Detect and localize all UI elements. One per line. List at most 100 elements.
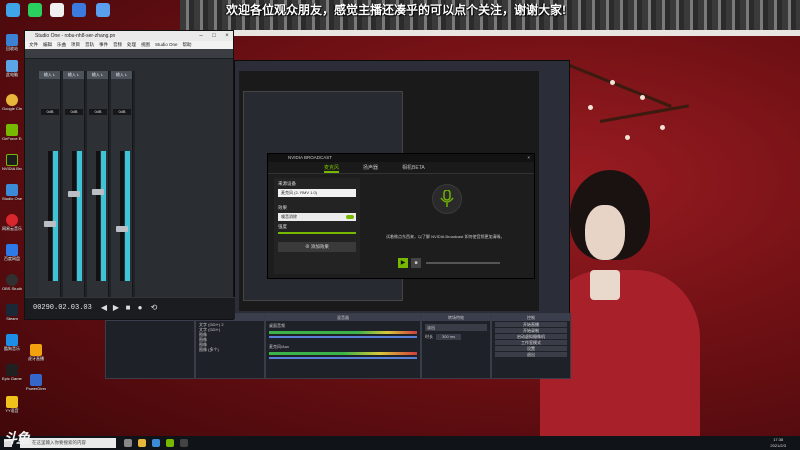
close-icon[interactable]: × <box>221 31 233 41</box>
mixer-track-label: 桌面音频 <box>269 323 285 328</box>
taskbar-app-icon[interactable] <box>138 439 146 447</box>
desktop-icon[interactable]: 百度网盘 <box>2 244 22 262</box>
huya-icon <box>30 344 42 356</box>
wallpaper-figure-face <box>585 205 625 260</box>
minimize-icon[interactable]: – <box>195 31 207 41</box>
menu-item[interactable]: Studio One <box>155 41 178 49</box>
desktop-icon[interactable]: OBS Studio <box>2 274 22 291</box>
desktop-icon[interactable]: Studio One <box>2 184 22 201</box>
effect-select[interactable]: 噪音消除 <box>278 213 356 221</box>
scenes-dock: 场景 <box>105 313 195 379</box>
studio-mode-button[interactable]: 工作室模式 <box>495 340 567 345</box>
fader-knob[interactable] <box>92 189 104 195</box>
menu-item[interactable]: 文件 <box>29 41 38 49</box>
close-icon[interactable]: × <box>527 154 530 162</box>
nvidia-broadcast-window: NVIDIA BROADCAST × 麦克风 扬声器 相机BETA 来源设备 麦… <box>267 153 535 279</box>
window-title: Studio One - robu-nh8-ser-zhang.pn <box>35 33 116 39</box>
watermark: 斗鱼 <box>3 430 30 446</box>
desktop-icon[interactable]: 酷狗音乐 <box>2 334 22 352</box>
menu-item[interactable]: 视图 <box>141 41 150 49</box>
taskbar-clock[interactable]: 17:38 2021/2/3 <box>770 437 786 449</box>
kugou-icon <box>6 334 18 346</box>
desktop-icon[interactable]: Google Chrome <box>2 94 22 111</box>
channel-volume[interactable]: 0dB <box>65 109 83 115</box>
tab-camera[interactable]: 相机BETA <box>402 162 425 173</box>
desktop-icon[interactable]: 网易云音乐 <box>2 214 22 232</box>
volume-slider[interactable] <box>269 336 417 338</box>
taskbar-app-icon[interactable] <box>166 439 174 447</box>
source-item[interactable]: 图像 (多个) <box>199 347 261 352</box>
play-icon[interactable]: ▶ <box>398 258 408 268</box>
menu-item[interactable]: 乐曲 <box>57 41 66 49</box>
effect-label: 效果 <box>278 205 287 210</box>
fader-knob[interactable] <box>116 226 128 232</box>
app-icon[interactable] <box>6 3 20 17</box>
playback-progress[interactable] <box>426 262 500 264</box>
tab-speakers[interactable]: 扬声器 <box>363 162 378 173</box>
app-icon[interactable] <box>28 3 42 17</box>
exit-button[interactable]: 退出 <box>495 352 567 357</box>
play-icon[interactable]: ▶ <box>111 303 121 313</box>
loop-icon[interactable]: ⟲ <box>149 303 159 313</box>
start-recording-button[interactable]: 开始录制 <box>495 328 567 333</box>
studio-menubar: 文件 编辑 乐曲 项目 音轨 事件 音频 处理 视图 Studio One 帮助 <box>25 41 233 49</box>
source-label: 来源设备 <box>278 181 296 186</box>
studio-mixer: 输入 L 0dB 输入 L 0dB 输入 L 0dB 输入 L 0dB <box>39 71 135 301</box>
desktop-icon[interactable]: PowerDirector <box>26 374 46 391</box>
stop-icon[interactable]: ■ <box>123 303 133 313</box>
tab-microphone[interactable]: 麦克风 <box>324 162 340 173</box>
fader-knob[interactable] <box>44 221 56 227</box>
menu-item[interactable]: 事件 <box>99 41 108 49</box>
volume-slider[interactable] <box>269 357 417 359</box>
desktop-icon[interactable]: 虎牙直播 <box>26 344 46 362</box>
stop-icon[interactable]: ■ <box>411 258 421 268</box>
maximize-icon[interactable]: □ <box>208 31 220 41</box>
desktop-icon[interactable]: GeForce Experience <box>2 124 22 141</box>
wallpaper-blossom <box>640 95 645 100</box>
desktop-icon[interactable]: YY语音 <box>2 396 22 414</box>
strength-slider[interactable] <box>278 232 356 234</box>
menu-item[interactable]: 帮助 <box>183 41 192 49</box>
obs-icon <box>6 274 18 286</box>
desktop-icon[interactable]: 此电脑 <box>2 60 22 78</box>
menu-item[interactable]: 项目 <box>71 41 80 49</box>
settings-button[interactable]: 设置 <box>495 346 567 351</box>
computer-icon <box>6 60 18 72</box>
add-effect-button[interactable]: ⊕ 添加效果 <box>278 242 356 252</box>
transition-select[interactable]: 淡出 <box>425 324 487 331</box>
menu-item[interactable]: 处理 <box>127 41 136 49</box>
start-streaming-button[interactable]: 开始直播 <box>495 322 567 327</box>
start-virtual-camera-button[interactable]: 启动虚拟摄像机 <box>495 334 567 339</box>
channel-volume[interactable]: 0dB <box>113 109 131 115</box>
desktop-icon[interactable]: 回收站 <box>2 34 22 52</box>
menu-item[interactable]: 编辑 <box>43 41 52 49</box>
wallpaper-blossom <box>660 125 665 130</box>
taskbar-app-icon[interactable] <box>152 439 160 447</box>
desktop-icon[interactable]: NVIDIA Broadcast <box>2 154 22 171</box>
fader-knob[interactable] <box>68 191 80 197</box>
studio-one-icon <box>6 184 18 196</box>
wallpaper-blossom <box>625 135 630 140</box>
menu-item[interactable]: 音频 <box>113 41 122 49</box>
task-view-icon[interactable] <box>124 439 132 447</box>
channel-volume[interactable]: 0dB <box>89 109 107 115</box>
mixer-channel: 输入 L 0dB <box>87 71 109 301</box>
app-icon[interactable] <box>72 3 86 17</box>
desktop-icon[interactable]: Epic Games Launcher <box>2 364 22 381</box>
effect-toggle[interactable] <box>346 215 354 219</box>
menu-item[interactable]: 音轨 <box>85 41 94 49</box>
taskbar-app-icon[interactable] <box>180 439 188 447</box>
top-icon-strip <box>0 0 180 20</box>
chrome-icon <box>6 94 18 106</box>
source-select[interactable]: 麦克风 (2- RMV 1.0) <box>278 189 356 197</box>
app-icon[interactable] <box>96 3 110 17</box>
rewind-icon[interactable]: ◀ <box>99 303 109 313</box>
duration-input[interactable]: 300 ms <box>436 334 462 340</box>
desktop-icon[interactable]: Steam <box>2 304 22 321</box>
channel-volume[interactable]: 0dB <box>41 109 59 115</box>
mixer-track-label: 麦克风/Aux <box>269 344 290 349</box>
record-icon[interactable]: ● <box>135 303 145 313</box>
app-icon[interactable] <box>50 3 64 17</box>
level-meter <box>77 151 82 281</box>
taskbar-search[interactable]: 在这里输入你要搜索的内容 <box>20 438 116 448</box>
